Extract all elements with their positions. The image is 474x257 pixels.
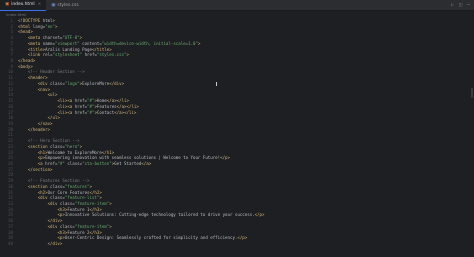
tab-index-html[interactable]: ▣ index.html × [0, 0, 47, 11]
scrollbar-thumb[interactable] [471, 88, 473, 98]
close-icon[interactable]: × [38, 2, 42, 7]
ide-window: ▣ index.html × ▣ styles.css ▷ ◫ ⋯ index.… [0, 0, 474, 257]
split-icon[interactable]: ◫ [459, 2, 462, 8]
text-cursor [216, 82, 217, 86]
code-editor[interactable]: 1 2 3 4 5 6 7 8 9 10 11 12 13 14 15 16 17 18 19 20 21 22 23 24 2… [0, 18, 474, 257]
breadcrumb[interactable]: index.html [0, 11, 474, 18]
css-file-icon: ▣ [51, 2, 56, 8]
tab-label: styles.css [57, 2, 79, 8]
code-area[interactable]: <!DOCTYPE html> <html lang="en"> <head> <m… [18, 18, 472, 247]
tab-label: index.html [11, 2, 35, 7]
editor-actions: ▷ ◫ ⋯ [451, 0, 470, 10]
html-file-icon: ▣ [5, 2, 10, 7]
more-icon[interactable]: ⋯ [467, 2, 470, 8]
tab-styles-css[interactable]: ▣ styles.css [46, 0, 83, 10]
line-number: 40 [8, 241, 13, 247]
run-icon[interactable]: ▷ [451, 2, 454, 8]
line-number-gutter: 1 2 3 4 5 6 7 8 9 10 11 12 13 14 15 16 17 18 19 20 21 22 23 24 2… [0, 18, 14, 247]
editor-tab-bar: ▣ index.html × ▣ styles.css ▷ ◫ ⋯ [0, 0, 474, 11]
code-line[interactable]: </div> [18, 241, 472, 247]
